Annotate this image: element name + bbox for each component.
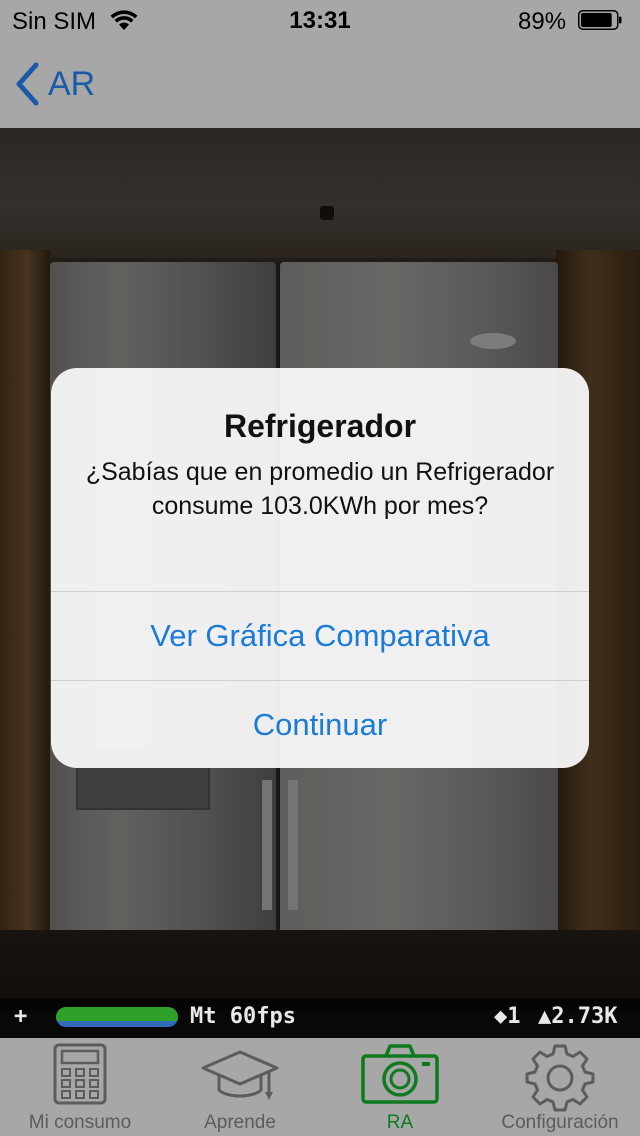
tab-label: RA [386, 1112, 414, 1133]
back-button[interactable]: AR [14, 60, 95, 108]
tab-bar: Mi consumo Aprende RA Configuración [0, 1038, 640, 1136]
calculator-icon [53, 1043, 107, 1105]
fps-meter [56, 1007, 178, 1027]
tab-aprende[interactable]: Aprende [160, 1038, 320, 1136]
tab-configuracion[interactable]: Configuración [480, 1038, 640, 1136]
tab-label: Aprende [204, 1112, 276, 1133]
alert-title: Refrigerador [223, 408, 417, 444]
alert-message: ¿Sabías que en promedio un Refrigerador … [85, 458, 555, 520]
status-bar: Sin SIM 13:31 89% [0, 0, 640, 40]
fps-label: Mt 60fps [190, 1004, 296, 1029]
node-count: ◆1 [494, 1004, 521, 1029]
fps-meter-fill [56, 1007, 178, 1021]
view-comparative-chart-button[interactable]: Ver Gráfica Comparativa [51, 592, 589, 680]
battery-icon [578, 10, 622, 30]
tab-label: Mi consumo [28, 1112, 132, 1133]
camera-icon [361, 1044, 439, 1104]
tab-ra[interactable]: RA [320, 1038, 480, 1136]
battery-percent: 89% [518, 8, 567, 35]
triangle-count: ▲2.73K [538, 1004, 618, 1029]
alert-dialog: Refrigerador ¿Sabías que en promedio un … [51, 368, 589, 768]
back-button-label: AR [48, 64, 96, 103]
tab-mi-consumo[interactable]: Mi consumo [0, 1038, 160, 1136]
continue-button[interactable]: Continuar [51, 681, 589, 768]
scene-stats-bar: + Mt 60fps ◆1 ▲2.73K [0, 998, 640, 1038]
gear-icon [525, 1044, 595, 1112]
graduation-cap-icon [201, 1050, 279, 1100]
tab-label: Configuración [501, 1112, 619, 1133]
chevron-left-icon [16, 62, 39, 106]
navigation-bar: AR [0, 40, 640, 128]
stats-expand-button[interactable]: + [14, 1004, 27, 1029]
